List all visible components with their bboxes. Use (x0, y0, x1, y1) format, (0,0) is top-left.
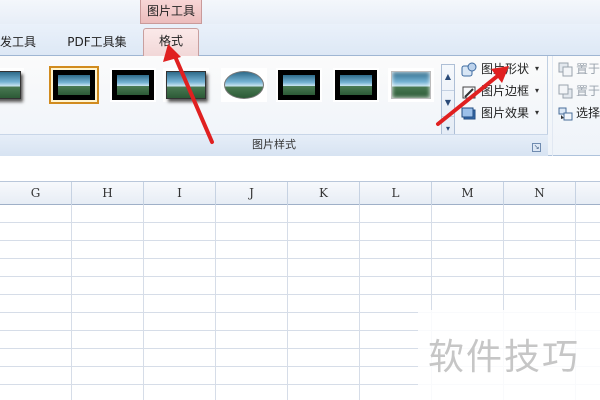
dropdown-arrow-icon: ▾ (535, 86, 540, 95)
group-title-picture-styles: 图片样式 (0, 134, 548, 156)
picture-style-thumbnail[interactable] (110, 68, 156, 102)
picture-style-thumbnail[interactable] (221, 68, 267, 102)
picture-shape-icon (461, 62, 477, 78)
scroll-up-icon[interactable]: ▲ (442, 65, 454, 91)
formula-bar-gap (0, 157, 600, 181)
dialog-launcher-icon[interactable]: ↘ (532, 143, 541, 152)
gallery-scrollbar[interactable]: ▲ ▼ ▾ (441, 64, 455, 142)
scroll-down-icon[interactable]: ▼ (442, 91, 454, 117)
tab-pdf-toolkit[interactable]: PDF工具集 (58, 30, 136, 56)
send-backward-label: 置于 (576, 84, 600, 98)
column-header[interactable]: I (144, 182, 216, 205)
column-header[interactable]: L (360, 182, 432, 205)
picture-styles-group: ▲ ▼ ▾ 图片形状 ▾ 图片边框 ▾ 图片效果 ▾ 图片样式 ↘ (0, 56, 548, 156)
picture-style-thumbnail[interactable] (163, 68, 209, 102)
column-header[interactable]: J (216, 182, 288, 205)
contextual-tab-group-label: 图片工具 (140, 0, 202, 24)
column-header-row: G H I J K L M N (0, 181, 600, 205)
picture-style-thumbnail[interactable] (276, 68, 322, 102)
column-gridline (71, 205, 72, 400)
column-header[interactable]: H (72, 182, 144, 205)
column-gridline (215, 205, 216, 400)
picture-effects-icon (461, 106, 477, 122)
dropdown-arrow-icon: ▾ (535, 108, 540, 117)
selection-pane-label: 选择 (576, 106, 600, 120)
ribbon: ▲ ▼ ▾ 图片形状 ▾ 图片边框 ▾ 图片效果 ▾ 图片样式 ↘ 置于 置于 … (0, 56, 600, 156)
bring-forward-label: 置于 (576, 62, 600, 76)
column-gridline (359, 205, 360, 400)
column-gridline (287, 205, 288, 400)
watermark-text: 软件技巧 (428, 337, 581, 378)
title-strip: 图片工具 (0, 0, 600, 24)
column-gridline (143, 205, 144, 400)
tab-format[interactable]: 格式 (143, 28, 199, 57)
picture-border-icon (461, 84, 477, 100)
column-header[interactable]: M (432, 182, 504, 205)
picture-effects-label: 图片效果 (481, 106, 530, 120)
bring-forward-icon (558, 62, 574, 78)
column-header[interactable]: G (0, 182, 72, 205)
picture-style-thumbnail[interactable] (49, 66, 99, 104)
picture-border-label: 图片边框 (481, 84, 530, 98)
send-backward-icon (558, 84, 574, 100)
picture-shape-label: 图片形状 (481, 62, 530, 76)
group-title-label: 图片样式 (252, 138, 296, 151)
picture-style-thumbnail[interactable] (333, 68, 379, 102)
ribbon-tab-bar: 发工具 PDF工具集 格式 (0, 24, 600, 57)
tab-developer-tools[interactable]: 发工具 (0, 30, 48, 56)
picture-style-thumbnail[interactable] (0, 68, 24, 102)
selection-pane-icon (558, 106, 574, 122)
watermark: 软件技巧 (418, 310, 600, 400)
dropdown-arrow-icon: ▾ (535, 64, 540, 73)
column-header[interactable]: K (288, 182, 360, 205)
column-header[interactable]: N (504, 182, 576, 205)
picture-style-thumbnail[interactable] (388, 68, 434, 102)
